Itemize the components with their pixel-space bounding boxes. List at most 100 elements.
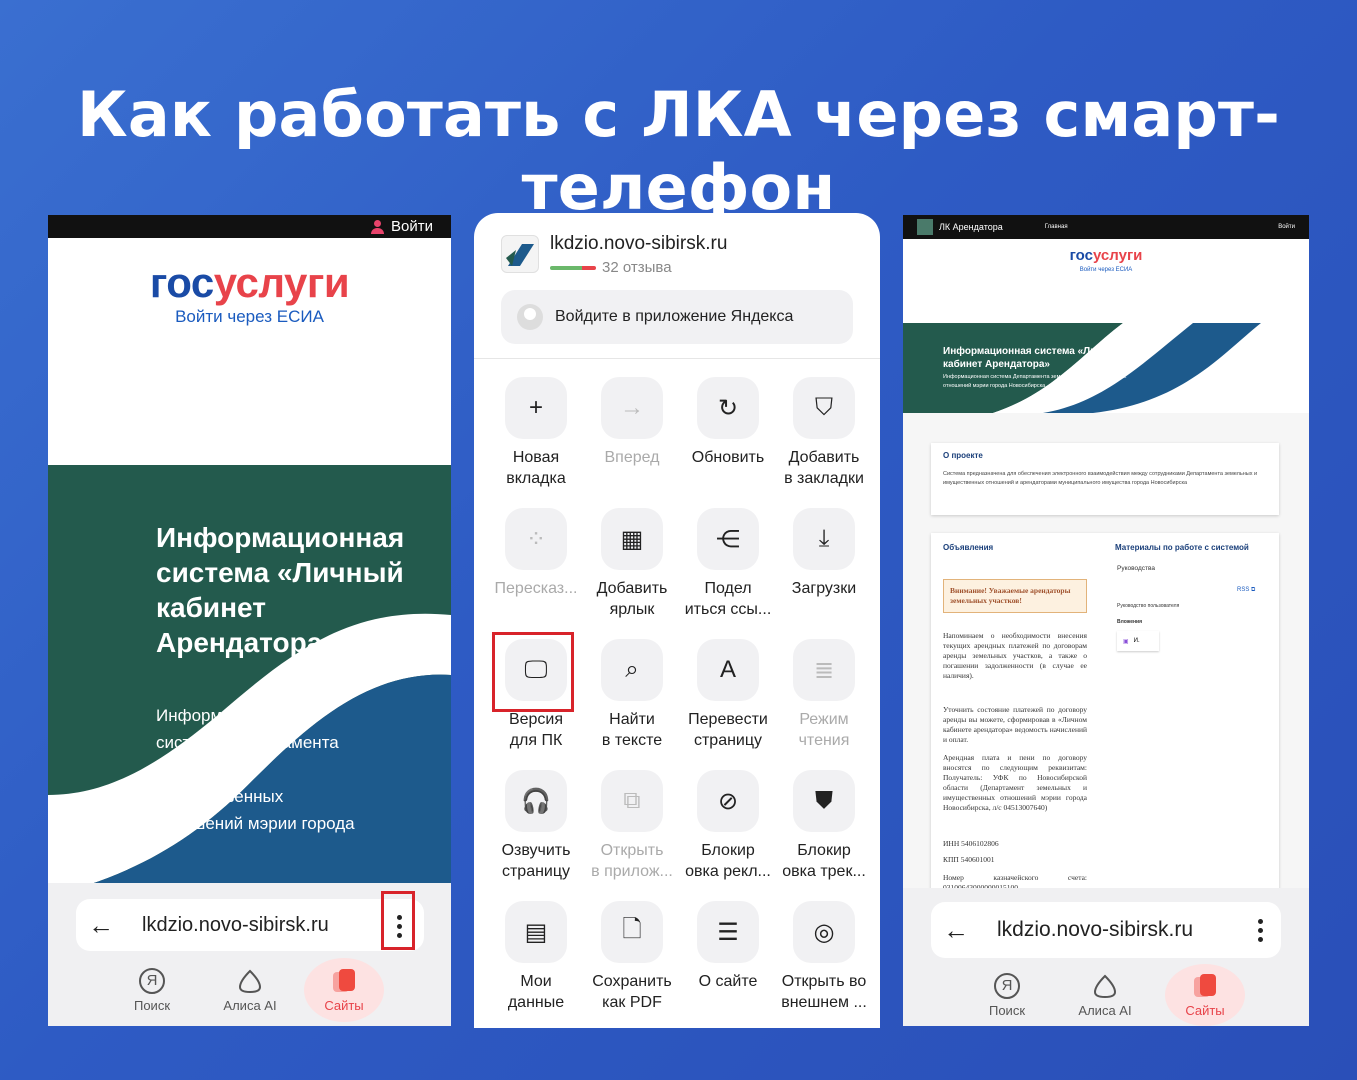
nav-label: Алиса AI	[223, 997, 277, 1013]
login-link[interactable]: Войти	[371, 218, 433, 235]
browser-bottom-panel: ← lkdzio.novo-sibirsk.ru Я Поиск Алиса A…	[48, 883, 451, 1026]
action-reader-mode[interactable]: ≣ Режим чтения	[776, 639, 872, 770]
action-label: Сохранить как PDF	[592, 973, 672, 1011]
person-icon	[371, 219, 385, 234]
action-label: Загрузки	[791, 580, 857, 597]
banner-description: Информационная система Департамента земе…	[156, 706, 355, 833]
menu-kebab-icon[interactable]	[1258, 918, 1263, 942]
action-file[interactable]: 🗋 Сохранить как PDF	[584, 901, 680, 1028]
avatar-icon	[517, 304, 543, 330]
hero-banner: Информационная система «Личный кабинет А…	[903, 323, 1309, 413]
external-link-icon: ⧉	[1251, 587, 1256, 593]
yandex-search-icon: Я	[994, 972, 1020, 999]
attachments-label: Вложения	[1117, 619, 1142, 625]
warning-notice: Внимание! Уважаемые арендаторы земельных…	[943, 579, 1087, 613]
nav-search[interactable]: Я Поиск	[973, 964, 1041, 1026]
highlight-frame	[492, 632, 574, 712]
nav-search[interactable]: Я Поиск	[118, 958, 186, 1022]
nav-sites[interactable]: Сайты	[1165, 964, 1245, 1026]
esia-login-link[interactable]: Войти через ЕСИА	[48, 307, 451, 327]
address-bar[interactable]: ← lkdzio.novo-sibirsk.ru	[76, 899, 424, 951]
retell-icon: ⁘	[505, 508, 567, 570]
action-target[interactable]: ◎ Открыть во внешнем ...	[776, 901, 872, 1028]
logo-text-gos: гос	[1069, 247, 1093, 264]
action-refresh[interactable]: ↻ Обновить	[680, 377, 776, 508]
action-block[interactable]: ⊘ Блокир овка рекл...	[680, 770, 776, 901]
nav-label: Поиск	[988, 1002, 1026, 1018]
action-my-data[interactable]: ▤ Мои данные	[488, 901, 584, 1028]
action-open-external[interactable]: ⧉ Открыть в прилож...	[584, 770, 680, 901]
action-bookmark-add[interactable]: ⛉ Добавить в закладки	[776, 377, 872, 508]
action-label: Версия для ПК	[508, 711, 564, 749]
gosuslugi-logo[interactable]: госуслуги	[903, 247, 1309, 264]
action-label: Открыть в прилож...	[591, 842, 673, 880]
nav-alice[interactable]: Алиса AI	[216, 958, 284, 1022]
action-translate[interactable]: A Перевести страницу	[680, 639, 776, 770]
action-download[interactable]: ⤓ Загрузки	[776, 508, 872, 639]
action-headphones[interactable]: 🎧 Озвучить страницу	[488, 770, 584, 901]
esia-login-link[interactable]: Войти через ЕСИА	[903, 267, 1309, 273]
action-label: Обновить	[691, 449, 765, 466]
action-shortcut[interactable]: ▦ Добавить ярлык	[584, 508, 680, 639]
app-title: ЛК Арендатора	[939, 222, 1003, 232]
action-arrow-right[interactable]: → Вперед	[584, 377, 680, 508]
site-domain: lkdzio.novo-sibirsk.ru	[550, 233, 728, 254]
search-icon: ⌕	[601, 639, 663, 701]
reader-mode-icon: ≣	[793, 639, 855, 701]
back-arrow-icon[interactable]: ←	[943, 915, 969, 946]
shortcut-icon: ▦	[601, 508, 663, 570]
login-link[interactable]: Войти	[1278, 224, 1295, 230]
login-prompt-label: Войдите в приложение Яндекса	[555, 308, 794, 325]
nav-label: Поиск	[133, 997, 171, 1013]
rss-link[interactable]: RSS ⧉	[1237, 587, 1255, 594]
nav-home-link[interactable]: Главная	[1045, 224, 1068, 230]
action-plus[interactable]: + Новая вкладка	[488, 377, 584, 508]
site-rating[interactable]: 32 отзыва	[550, 259, 672, 276]
news-title: Объявления	[943, 543, 994, 552]
bottom-navigation: Я Поиск Алиса AI Сайты	[118, 958, 388, 1022]
shield-icon: ⛊	[793, 770, 855, 832]
action-retell[interactable]: ⁘ Пересказ...	[488, 508, 584, 639]
login-label: Войти	[391, 218, 433, 235]
bottom-navigation: Я Поиск Алиса AI Сайты	[973, 964, 1253, 1026]
about-card: О проекте Система предназначена для обес…	[931, 443, 1279, 515]
notice-paragraph-1: Напоминаем о необходимости внесения теку…	[943, 631, 1087, 680]
plus-icon: +	[505, 377, 567, 439]
nav-alice[interactable]: Алиса AI	[1071, 964, 1139, 1026]
download-icon: ⤓	[793, 508, 855, 570]
hero-banner: Информационная система «Личный кабинет А…	[48, 465, 451, 885]
nav-sites[interactable]: Сайты	[304, 958, 384, 1022]
action-search[interactable]: ⌕ Найти в тексте	[584, 639, 680, 770]
content-card: Объявления Внимание! Уважаемые арендатор…	[931, 533, 1279, 893]
action-sliders[interactable]: ☰ О сайте	[680, 901, 776, 1028]
attachment-label: И.	[1133, 638, 1140, 644]
address-bar[interactable]: ← lkdzio.novo-sibirsk.ru	[931, 902, 1281, 958]
address-url: lkdzio.novo-sibirsk.ru	[142, 913, 329, 936]
gosuslugi-logo[interactable]: госуслуги	[48, 259, 451, 307]
headphones-icon: 🎧	[505, 770, 567, 832]
banner-title: Информационная система «Личный кабинет А…	[156, 522, 405, 658]
action-label: Блокир овка трек...	[782, 842, 866, 880]
yandex-login-button[interactable]: Войдите в приложение Яндекса	[501, 290, 853, 344]
action-shield[interactable]: ⛊ Блокир овка трек...	[776, 770, 872, 901]
site-favicon	[501, 235, 539, 273]
action-share[interactable]: ⋲ Подел иться ссы...	[680, 508, 776, 639]
action-label: Мои данные	[507, 973, 565, 1011]
action-label: Новая вкладка	[506, 449, 566, 487]
reviews-count: 32 отзыва	[602, 259, 672, 276]
site-top-bar: ЛК Арендатора Главная Войти	[903, 215, 1309, 239]
target-icon: ◎	[793, 901, 855, 963]
alice-icon	[1093, 974, 1117, 998]
site-header: госуслуги Войти через ЕСИА	[903, 239, 1309, 325]
document-icon: ▣	[1123, 638, 1129, 645]
nav-label: Сайты	[1185, 1002, 1225, 1018]
nav-label: Сайты	[324, 997, 364, 1013]
phone-screen-browser-menu: lkdzio.novo-sibirsk.ru 32 отзыва Войдите…	[474, 213, 880, 1028]
action-label: Подел иться ссы...	[684, 580, 772, 618]
translate-icon: A	[697, 639, 759, 701]
action-label: Вперед	[604, 449, 660, 466]
back-arrow-icon[interactable]: ←	[88, 910, 114, 941]
user-guide-link[interactable]: Руководство пользователя	[1117, 603, 1179, 609]
about-title: О проекте	[943, 451, 983, 460]
attachment-item[interactable]: ▣ И.	[1117, 631, 1159, 651]
